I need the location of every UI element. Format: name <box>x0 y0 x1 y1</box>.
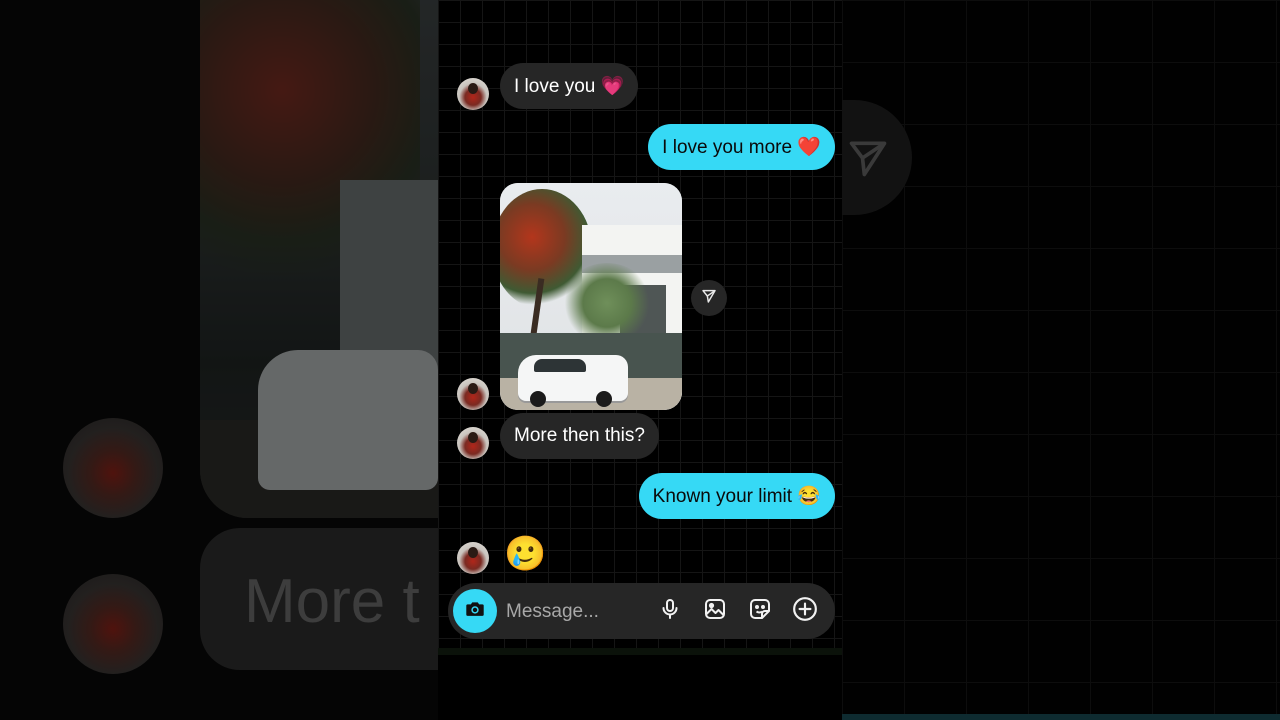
voice-message-button[interactable] <box>656 597 684 625</box>
camera-icon <box>464 598 486 625</box>
incoming-message-bubble[interactable]: I love you 💗 <box>500 63 639 109</box>
bottom-strip <box>438 648 842 655</box>
incoming-message-bubble[interactable]: More then this? <box>500 413 659 459</box>
emoji-message[interactable]: 🥲 <box>504 536 546 572</box>
chat-screen: I love you 💗 I love you more ❤️ More the… <box>438 0 842 720</box>
message-text: Known your limit 😂 <box>652 486 821 507</box>
outgoing-message-bubble[interactable]: I love you more ❤️ <box>648 124 835 170</box>
send-icon <box>701 288 717 309</box>
sender-avatar[interactable] <box>457 78 489 110</box>
message-text: I love you 💗 <box>514 76 625 97</box>
background-left-panel: More t <box>0 0 438 720</box>
share-button[interactable] <box>691 280 727 316</box>
background-right-panel <box>842 0 1280 720</box>
plus-icon <box>792 596 818 627</box>
message-text: I love you more ❤️ <box>662 137 821 158</box>
gallery-button[interactable] <box>701 597 729 625</box>
sender-avatar[interactable] <box>457 378 489 410</box>
background-avatar <box>63 574 163 674</box>
camera-button[interactable] <box>453 589 497 633</box>
microphone-icon <box>658 597 682 626</box>
background-avatar <box>63 418 163 518</box>
sticker-button[interactable] <box>746 597 774 625</box>
incoming-photo-message[interactable] <box>500 183 682 410</box>
message-input[interactable] <box>504 596 648 628</box>
background-bubble-echo: More t <box>200 528 438 670</box>
sender-avatar[interactable] <box>457 427 489 459</box>
background-echo-text: More t <box>244 567 420 636</box>
message-composer <box>448 583 835 639</box>
background-photo-echo <box>200 0 438 518</box>
sticker-icon <box>748 597 772 626</box>
sender-avatar[interactable] <box>457 542 489 574</box>
gallery-icon <box>703 597 727 626</box>
message-text: More then this? <box>514 425 645 446</box>
more-options-button[interactable] <box>791 596 819 627</box>
outgoing-message-bubble[interactable]: Known your limit 😂 <box>638 473 835 519</box>
